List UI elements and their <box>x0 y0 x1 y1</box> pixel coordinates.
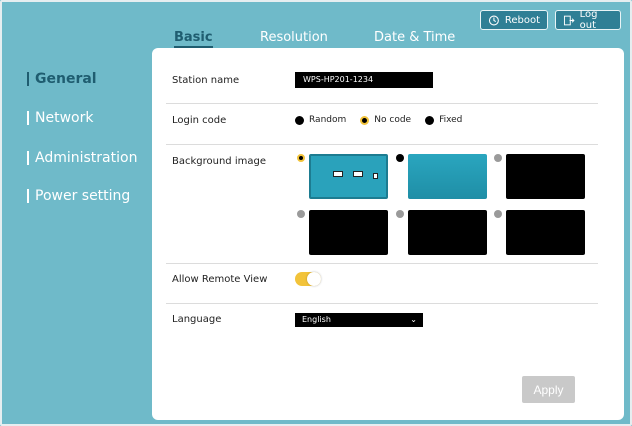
tab-resolution[interactable]: Resolution <box>260 30 328 45</box>
language-value: English <box>302 315 331 324</box>
sidebar-indicator <box>27 72 29 86</box>
sidebar-item-label: Network <box>35 110 94 126</box>
divider <box>166 263 598 264</box>
divider <box>166 103 598 104</box>
station-name-label: Station name <box>172 75 240 86</box>
background-thumbnail-3[interactable] <box>506 154 585 199</box>
logout-label: Log out <box>579 9 598 31</box>
apply-button[interactable]: Apply <box>522 376 575 403</box>
logout-button[interactable]: Log out <box>555 9 621 31</box>
language-label: Language <box>172 314 222 325</box>
sidebar-item-label: General <box>35 71 97 87</box>
tab-date-time[interactable]: Date & Time <box>374 30 455 45</box>
background-radio-6[interactable] <box>494 210 502 218</box>
tab-basic[interactable]: Basic <box>174 30 213 48</box>
background-radio-5[interactable] <box>396 210 404 218</box>
login-code-option-no-code[interactable]: No code <box>360 115 411 125</box>
sidebar-item-general[interactable]: General <box>27 71 97 87</box>
radio-label: Random <box>309 115 347 125</box>
radio-label: Fixed <box>439 115 463 125</box>
divider <box>166 144 598 145</box>
login-code-option-fixed[interactable]: Fixed <box>425 115 462 125</box>
sidebar-item-label: Power setting <box>35 188 131 204</box>
power-icon <box>488 15 499 25</box>
background-thumbnail-5[interactable] <box>408 210 487 255</box>
background-thumbnail-6[interactable] <box>506 210 585 255</box>
radio-dot <box>425 115 435 125</box>
background-thumbnail-1[interactable] <box>309 154 388 199</box>
toggle-knob <box>307 272 321 286</box>
login-code-option-random[interactable]: Random <box>295 115 346 125</box>
station-name-input[interactable]: WPS-HP201-1234 <box>295 72 433 88</box>
preview-device-icon <box>333 171 343 177</box>
background-radio-4[interactable] <box>297 210 305 218</box>
sidebar-item-administration[interactable]: Administration <box>27 150 137 166</box>
chevron-down-icon: ⌄ <box>410 315 417 324</box>
sidebar-item-power-setting[interactable]: Power setting <box>27 188 130 204</box>
background-radio-3[interactable] <box>494 154 502 162</box>
sidebar-indicator <box>27 151 29 165</box>
sidebar-indicator <box>27 111 29 125</box>
sidebar-item-network[interactable]: Network <box>27 110 93 126</box>
sidebar-indicator <box>27 189 29 203</box>
radio-label: No code <box>374 115 412 125</box>
login-code-label: Login code <box>172 115 227 126</box>
background-radio-1[interactable] <box>297 154 305 162</box>
background-radio-2[interactable] <box>396 154 404 162</box>
reboot-button[interactable]: Reboot <box>480 10 548 30</box>
settings-panel: Station name WPS-HP201-1234 Login code R… <box>152 48 624 420</box>
divider <box>166 303 598 304</box>
preview-device-icon <box>373 173 378 179</box>
language-select[interactable]: English ⌄ <box>295 313 423 327</box>
logout-icon <box>563 15 575 25</box>
background-thumbnail-2[interactable] <box>408 154 487 199</box>
login-code-radio-group: Random No code Fixed <box>295 115 462 125</box>
sidebar-item-label: Administration <box>35 150 138 166</box>
preview-device-icon <box>353 171 363 177</box>
allow-remote-view-label: Allow Remote View <box>172 274 268 285</box>
radio-dot-selected <box>360 115 370 125</box>
radio-dot <box>295 115 304 125</box>
background-image-label: Background image <box>172 156 266 167</box>
allow-remote-view-toggle[interactable] <box>295 272 321 286</box>
background-thumbnail-4[interactable] <box>309 210 388 255</box>
reboot-label: Reboot <box>504 14 540 26</box>
